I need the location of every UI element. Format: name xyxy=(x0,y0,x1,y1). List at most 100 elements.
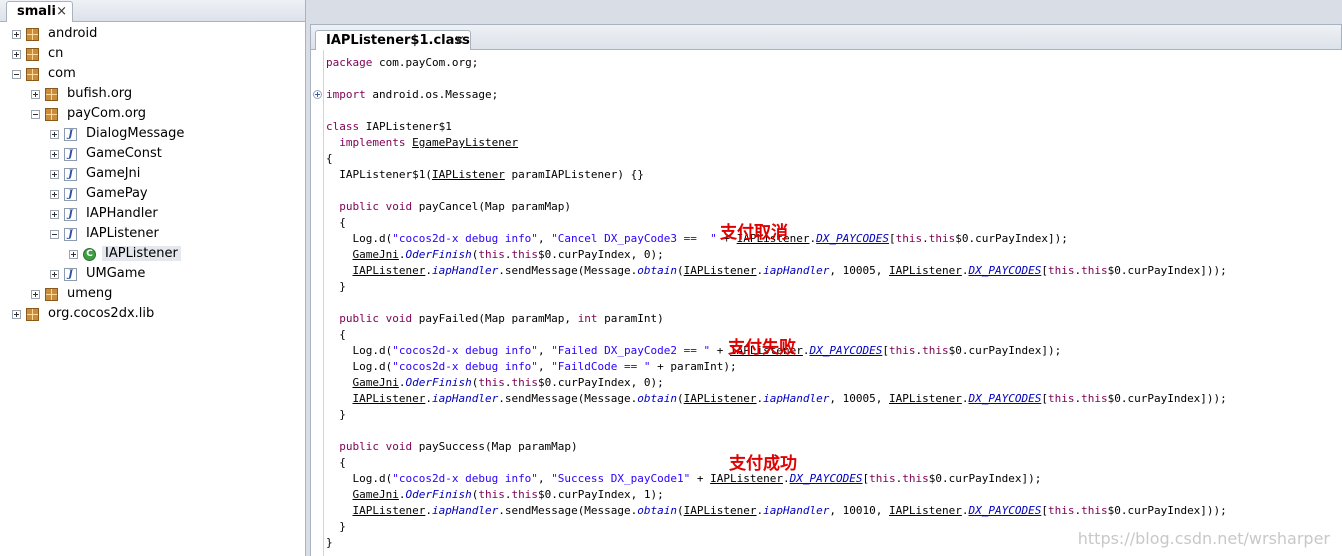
tree-node-label: payCom.org xyxy=(67,106,147,121)
code-token: this xyxy=(895,232,923,245)
close-icon[interactable]: × xyxy=(56,4,67,19)
tree-node[interactable]: J GamePay xyxy=(0,185,300,205)
editor-gutter xyxy=(311,50,324,556)
code-token: DX_PAYCODES xyxy=(809,344,883,357)
tree-node[interactable]: com xyxy=(0,65,300,85)
code-token: .sendMessage(Message. xyxy=(498,392,638,405)
code-token: { xyxy=(326,216,346,229)
code-token: $0.curPayIndex])); xyxy=(1107,392,1227,405)
code-token: IAPListener xyxy=(352,264,426,277)
tree-node[interactable]: C IAPListener xyxy=(0,245,300,265)
code-token: iapHandler xyxy=(431,504,499,517)
code-line: package com.payCom.org; xyxy=(326,55,478,71)
code-token: IAPListener xyxy=(683,392,757,405)
code-token: , 10005, xyxy=(829,264,889,277)
java-file-icon: J xyxy=(64,128,77,141)
expand-icon[interactable] xyxy=(31,90,40,99)
editor-pane: IAPListener$1.class × package com.payCom… xyxy=(310,24,1342,556)
expand-icon[interactable] xyxy=(12,310,21,319)
code-token: .sendMessage(Message. xyxy=(498,504,638,517)
collapse-icon[interactable] xyxy=(50,230,59,239)
code-token: "FaildCode == " xyxy=(551,360,651,373)
collapse-icon[interactable] xyxy=(31,110,40,119)
expand-icon[interactable] xyxy=(50,150,59,159)
tree-node[interactable]: J IAPHandler xyxy=(0,205,300,225)
tab-smali[interactable]: smali × xyxy=(6,1,73,22)
tree-node[interactable]: J UMGame xyxy=(0,265,300,285)
tree-node[interactable]: bufish.org xyxy=(0,85,300,105)
code-token: [ xyxy=(1041,504,1048,517)
code-token: obtain xyxy=(637,504,678,517)
package-icon xyxy=(26,48,39,61)
expand-icon[interactable] xyxy=(50,170,59,179)
collapse-icon[interactable] xyxy=(12,70,21,79)
tree-node[interactable]: payCom.org xyxy=(0,105,300,125)
class-icon: C xyxy=(83,248,96,261)
code-token: iapHandler xyxy=(763,392,830,405)
tree-node[interactable]: J IAPListener xyxy=(0,225,300,245)
tree-node[interactable]: J GameJni xyxy=(0,165,300,185)
code-token: } xyxy=(326,280,346,293)
code-token: payCancel(Map paramMap) xyxy=(412,200,572,213)
annotation-pay-failed: 支付失败 xyxy=(728,338,796,358)
code-token: [ xyxy=(1041,392,1048,405)
code-token: $0.curPayIndex]); xyxy=(928,472,1042,485)
tree-node[interactable]: umeng xyxy=(0,285,300,305)
expand-icon[interactable] xyxy=(12,30,21,39)
fold-expand-icon[interactable] xyxy=(313,90,322,99)
expand-icon[interactable] xyxy=(50,270,59,279)
expand-icon[interactable] xyxy=(50,190,59,199)
expand-icon[interactable] xyxy=(50,210,59,219)
tree-node-label: UMGame xyxy=(86,266,146,281)
code-token: this xyxy=(511,488,538,501)
close-icon[interactable]: × xyxy=(454,33,465,48)
code-token: } xyxy=(326,408,346,421)
code-token: iapHandler xyxy=(763,264,830,277)
code-line: GameJni.OderFinish(this.this$0.curPayInd… xyxy=(326,487,664,503)
tree-node[interactable]: J GameConst xyxy=(0,145,300,165)
tree-node[interactable]: org.cocos2dx.lib xyxy=(0,305,300,325)
code-token: .sendMessage(Message. xyxy=(498,264,638,277)
code-line: IAPListener.iapHandler.sendMessage(Messa… xyxy=(326,503,1227,519)
tree-node-label: umeng xyxy=(67,286,113,301)
code-token: this xyxy=(1047,392,1075,405)
code-editor[interactable]: package com.payCom.org; import android.os… xyxy=(310,50,1342,556)
tree-node-label: DialogMessage xyxy=(86,126,185,141)
code-line: public void paySuccess(Map paramMap) xyxy=(326,439,577,455)
expand-icon[interactable] xyxy=(50,130,59,139)
code-line: public void payFailed(Map paramMap, int … xyxy=(326,311,664,327)
code-token: OderFinish xyxy=(405,376,472,389)
code-line: Log.d("cocos2d-x debug info", "Failed DX… xyxy=(326,343,1061,359)
expand-icon[interactable] xyxy=(31,290,40,299)
code-token: , 10010, xyxy=(829,504,889,517)
tree-node-label: cn xyxy=(48,46,64,61)
code-line: { xyxy=(326,151,333,167)
expand-icon[interactable] xyxy=(12,50,21,59)
code-token: GameJni xyxy=(352,488,399,501)
tab-iaplistener-class[interactable]: IAPListener$1.class × xyxy=(315,30,471,51)
code-token: this xyxy=(478,488,505,501)
code-token: this xyxy=(869,472,896,485)
code-token: Log.d( xyxy=(326,344,393,357)
expand-icon[interactable] xyxy=(69,250,78,259)
tree-node[interactable]: cn xyxy=(0,45,300,65)
code-token: . xyxy=(802,344,810,357)
code-token: iapHandler xyxy=(763,504,830,517)
tree-node[interactable]: J DialogMessage xyxy=(0,125,300,145)
tree-node[interactable]: android xyxy=(0,25,300,45)
code-token: DX_PAYCODES xyxy=(789,472,863,485)
code-line: { xyxy=(326,327,346,343)
code-token: class xyxy=(326,120,360,133)
code-token: IAPListener xyxy=(889,264,962,277)
code-token: "cocos2d-x debug info" xyxy=(392,360,538,373)
code-token: this xyxy=(1081,504,1108,517)
java-file-icon: J xyxy=(64,268,77,281)
code-token: Log.d( xyxy=(326,360,393,373)
tree-node-label: com xyxy=(48,66,76,81)
